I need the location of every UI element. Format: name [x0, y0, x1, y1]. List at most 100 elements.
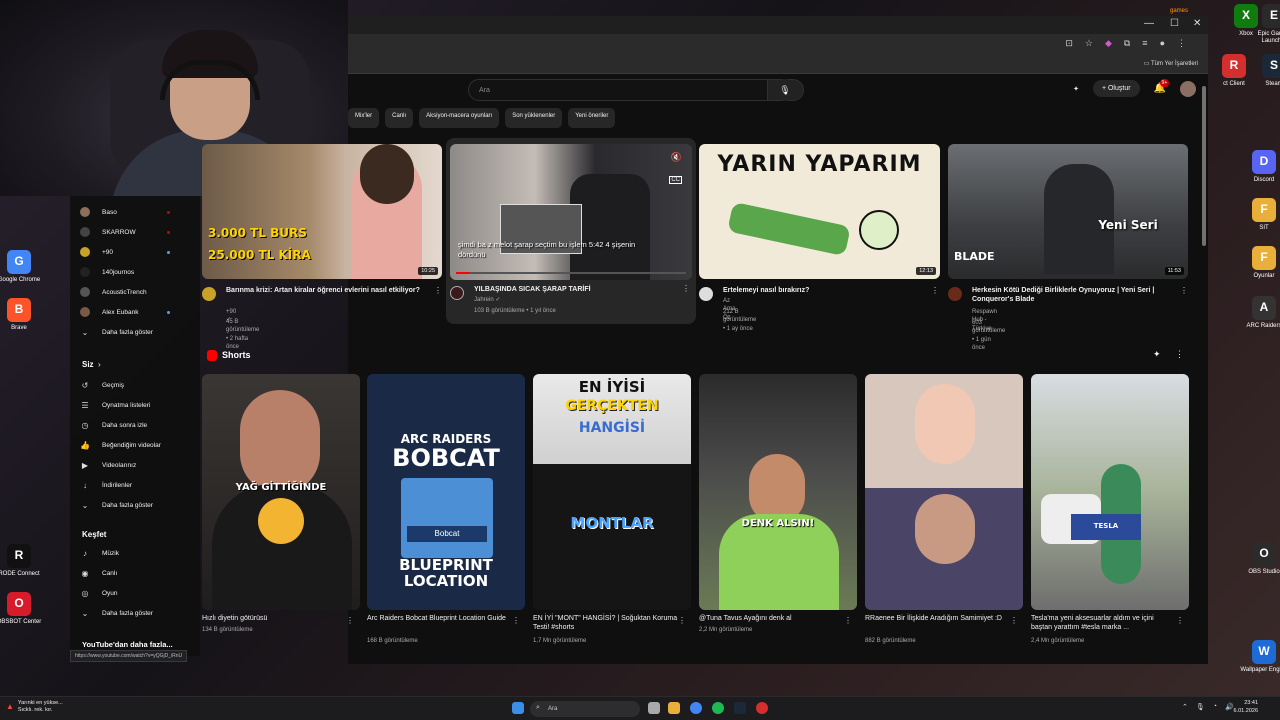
extensions-puzzle-icon[interactable]: ⧉	[1124, 38, 1130, 49]
short-thumbnail-6[interactable]: TESLA	[1031, 374, 1189, 610]
chip-3[interactable]: Son yüklenenler	[505, 108, 563, 128]
chrome-icon[interactable]	[690, 702, 702, 714]
more-options-icon[interactable]: ⋮	[434, 286, 442, 295]
more-options-icon[interactable]: ⋮	[844, 616, 852, 625]
voice-search-button[interactable]: 🎙	[774, 79, 796, 101]
channel-avatar[interactable]	[948, 287, 962, 301]
sidebar-item-gaming[interactable]: ◎ Oyun	[80, 588, 118, 598]
search-input[interactable]: Ara	[468, 79, 768, 101]
desktop-icon-google-chrome[interactable]: G Google Chrome	[0, 250, 47, 284]
sidebar-subscription-1[interactable]: SKARROW	[80, 227, 136, 237]
menu-icon[interactable]: ⋮	[1177, 38, 1186, 49]
desktop-icon-rode-connect[interactable]: R RODE Connect	[0, 544, 47, 578]
task-view-icon[interactable]	[648, 702, 660, 714]
desktop-icon-wallpaper-engine[interactable]: W Wallpaper Engine	[1236, 640, 1280, 674]
steam-icon[interactable]	[734, 702, 746, 714]
short-thumbnail-3[interactable]: EN İYİSİ GERÇEKTEN HANGİSİ MONTLAR	[533, 374, 691, 610]
desktop-icon-obsbot-center[interactable]: O OBSBOT Center	[0, 592, 47, 626]
video-preview[interactable]: şimdi ba z melot şarap seçtim bu işlem 5…	[450, 144, 692, 280]
shorts-more-icon[interactable]: ⋮	[1175, 349, 1184, 360]
video-thumbnail[interactable]: Yeni Seri BLADE 11:53	[948, 144, 1188, 279]
sidebar-item-watch-later[interactable]: ◷ Daha sonra izle	[80, 420, 148, 430]
more-options-icon[interactable]: ⋮	[931, 286, 939, 295]
more-options-icon[interactable]: ⋮	[1176, 616, 1184, 625]
chevron-up-icon[interactable]: ⌃	[1182, 703, 1188, 711]
feedback-icon[interactable]: ✦	[1153, 349, 1161, 360]
minimize-button[interactable]: —	[1144, 18, 1154, 29]
preview-progress-track[interactable]	[456, 272, 686, 274]
short-thumbnail-5[interactable]	[865, 374, 1023, 610]
chip-0[interactable]: Mix'ler	[348, 108, 380, 128]
sidebar-item-music[interactable]: ♪ Müzik	[80, 548, 119, 558]
video-thumbnail[interactable]: 3.000 TL BURS 25.000 TL KİRA 10:25	[202, 144, 442, 279]
show-more-subscriptions[interactable]: ⌄ Daha fazla göster	[80, 327, 153, 337]
more-options-icon[interactable]: ⋮	[1010, 616, 1018, 625]
video-card-2-hovered[interactable]: şimdi ba z melot şarap seçtim bu işlem 5…	[446, 138, 696, 324]
channel-avatar[interactable]	[202, 287, 216, 301]
sidebar-item-your-videos[interactable]: ▶ Videolarınız	[80, 460, 136, 470]
channel-avatar[interactable]	[450, 286, 464, 300]
bookmark-star-icon[interactable]: ☆	[1085, 38, 1093, 49]
desktop-icon-steam[interactable]: S Steam	[1246, 54, 1280, 88]
account-avatar[interactable]	[1180, 80, 1196, 97]
sidebar-subscription-3[interactable]: 140journos	[80, 267, 134, 277]
sidebar-item-like[interactable]: 👍 Beğendiğim videolar	[80, 440, 161, 450]
video-title[interactable]: Ertelemeyi nasıl bırakırız?	[723, 286, 923, 295]
install-icon[interactable]: ⊡	[1065, 38, 1073, 49]
scrollbar-thumb[interactable]	[1202, 86, 1206, 246]
desktop-icon-epic-games-launcher[interactable]: E Epic Games Launcher	[1246, 4, 1280, 44]
you-section-heading[interactable]: Siz	[82, 360, 94, 369]
riot-icon[interactable]	[756, 702, 768, 714]
mic-icon[interactable]: 🎙	[1196, 703, 1205, 711]
cast-icon[interactable]: ✦	[1073, 85, 1079, 93]
taskbar-search[interactable]: ⌕ Ara	[530, 701, 640, 717]
video-title[interactable]: YILBAŞINDA SICAK ŞARAP TARİFİ	[474, 285, 674, 294]
video-thumbnail[interactable]: YARIN YAPARIM 12:13	[699, 144, 940, 279]
sidebar-subscription-2[interactable]: +90	[80, 247, 113, 257]
short-title-4[interactable]: @Tuna Tavus Ayağını denk al	[699, 614, 844, 623]
more-options-icon[interactable]: ⋮	[512, 616, 520, 625]
file-explorer-icon[interactable]	[668, 702, 680, 714]
extension-icon[interactable]: ◆	[1105, 38, 1112, 49]
sidebar-item-playlist[interactable]: ☰ Oynatma listeleri	[80, 400, 150, 410]
chip-1[interactable]: Canlı	[385, 108, 414, 128]
all-bookmarks-button[interactable]: ▭ Tüm Yer İşaretleri	[1144, 60, 1198, 67]
clock[interactable]: 23:41 6.01.2026	[1234, 700, 1258, 715]
weather-widget[interactable]: ▲ Yarınki en yükse... Sıcklı. rek. kır.	[6, 700, 63, 714]
show-more-you[interactable]: ⌄ Daha fazla göster	[80, 500, 153, 510]
desktop-icon-sit[interactable]: F SIT	[1236, 198, 1280, 232]
captions-icon[interactable]: CC	[669, 176, 682, 184]
more-options-icon[interactable]: ⋮	[678, 616, 686, 625]
sidebar-subscription-4[interactable]: AcousticTrench	[80, 287, 147, 297]
short-title-5[interactable]: RRaenee Bir İlişkide Aradığım Samimiyet …	[865, 614, 1010, 623]
media-icon[interactable]: ≡	[1142, 38, 1147, 49]
short-title-3[interactable]: EN İYİ "MONT" HANGİSİ? | Soğuktan Koruma…	[533, 614, 678, 632]
spotify-icon[interactable]	[712, 702, 724, 714]
sidebar-item-download[interactable]: ↓ İndirilenler	[80, 480, 132, 490]
short-title-2[interactable]: Arc Raiders Bobcat Blueprint Location Gu…	[367, 614, 512, 623]
desktop-icon-oyunlar[interactable]: F Oyunlar	[1236, 246, 1280, 280]
desktop-icon-obs-studio[interactable]: O OBS Studio	[1236, 542, 1280, 576]
more-options-icon[interactable]: ⋮	[682, 284, 690, 293]
notifications-button[interactable]: 🔔 9+	[1154, 79, 1170, 94]
more-options-icon[interactable]: ⋮	[346, 616, 354, 625]
mute-icon[interactable]: 🔇	[671, 152, 682, 163]
desktop-icon-discord[interactable]: D Discord	[1236, 150, 1280, 184]
desktop-icon-arc-raiders[interactable]: A ARC Raiders	[1236, 296, 1280, 330]
profile-icon[interactable]: ●	[1160, 38, 1165, 49]
short-thumbnail-4[interactable]: DENK ALSIN!	[699, 374, 857, 610]
video-title[interactable]: Herkesin Kötü Dediği Birliklerle Oynuyor…	[972, 286, 1177, 304]
channel-avatar[interactable]	[699, 287, 713, 301]
sidebar-subscription-0[interactable]: Baso	[80, 207, 117, 217]
wifi-icon[interactable]: ◔	[1213, 703, 1217, 711]
short-thumbnail-2[interactable]: ARC RAIDERS BOBCAT Bobcat BLUEPRINT LOCA…	[367, 374, 525, 610]
sidebar-subscription-5[interactable]: Alex Eubank	[80, 307, 139, 317]
short-title-6[interactable]: Tesla'ma yeni aksesuarlar aldım ve içini…	[1031, 614, 1176, 632]
chip-2[interactable]: Aksiyon-macera oyunları	[419, 108, 500, 128]
video-title[interactable]: Barınma krizi: Artan kiralar öğrenci evl…	[226, 286, 426, 295]
page-scrollbar[interactable]	[1201, 76, 1207, 656]
chip-4[interactable]: Yeni öneriler	[568, 108, 616, 128]
volume-icon[interactable]: 🔊	[1225, 703, 1234, 711]
desktop-icon-brave[interactable]: B Brave	[0, 298, 47, 332]
create-button[interactable]: + Oluştur	[1092, 80, 1140, 97]
